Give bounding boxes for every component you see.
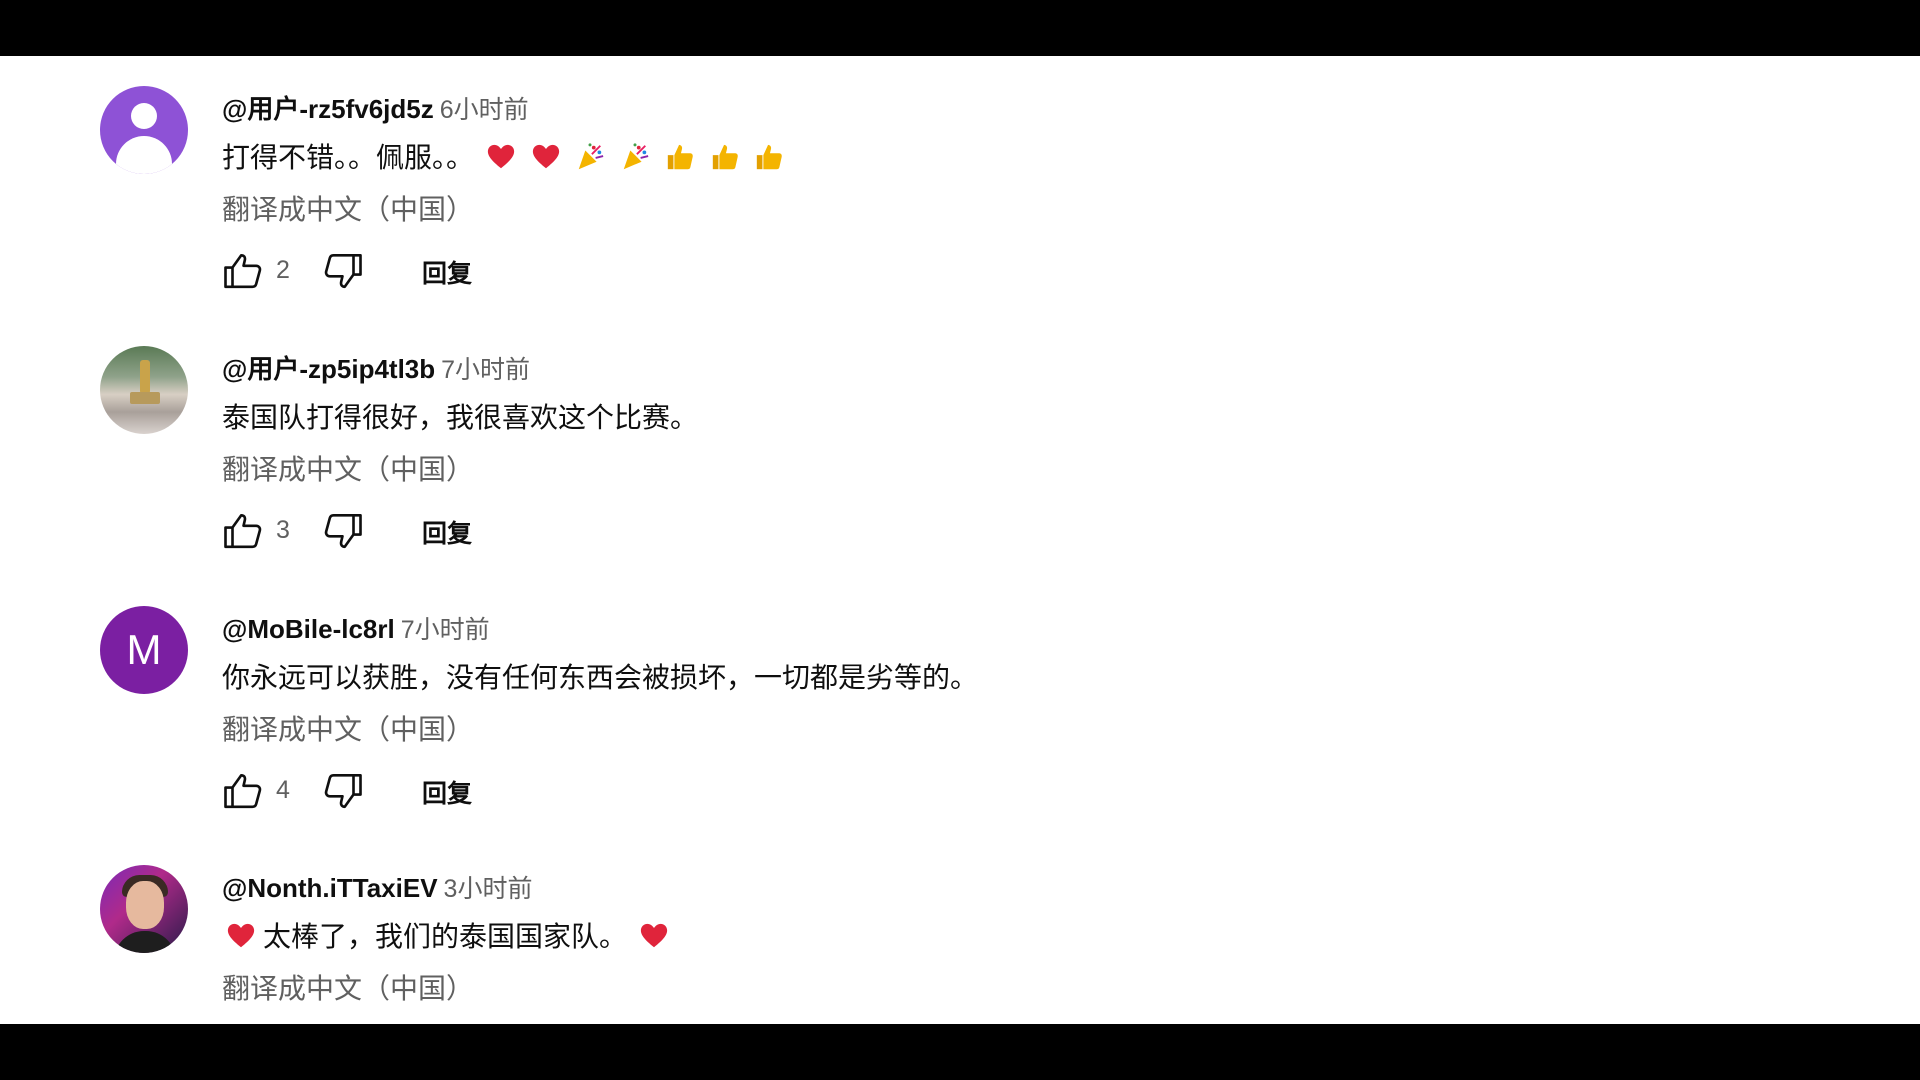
comment-text-content: 泰国队打得很好，我很喜欢这个比赛。 xyxy=(222,402,699,433)
comment-header: @Nonth.iTTaxiEV 3小时前 xyxy=(222,871,532,906)
avatar[interactable] xyxy=(100,86,188,174)
reply-button[interactable]: 回复 xyxy=(422,514,472,550)
heart-emoji-icon xyxy=(487,144,514,169)
letterbox-top xyxy=(0,0,1920,56)
like-count: 3 xyxy=(276,516,290,544)
thumbs-up-emoji-icon xyxy=(667,144,693,170)
comment-text-content: 打得不错。。佩服。。 xyxy=(222,142,475,173)
heart-emoji-icon xyxy=(227,923,255,948)
dislike-icon[interactable] xyxy=(322,770,364,812)
comment-header: @用户-rz5fv6jd5z 6小时前 xyxy=(222,92,529,127)
comment-author[interactable]: @MoBile-lc8rl xyxy=(222,614,395,644)
translate-link[interactable]: 翻译成中文（中国） xyxy=(222,192,474,228)
comment-text: 太棒了，我们的泰国国家队。 xyxy=(222,919,676,955)
thumbs-up-emoji-icon xyxy=(757,144,783,170)
comment-author[interactable]: @用户-zp5ip4tl3b xyxy=(222,354,435,384)
comment-author[interactable]: @Nonth.iTTaxiEV xyxy=(222,873,438,903)
like-icon[interactable] xyxy=(222,250,264,292)
avatar[interactable]: M xyxy=(100,606,188,694)
reply-button[interactable]: 回复 xyxy=(422,254,472,290)
like-icon[interactable] xyxy=(222,770,264,812)
comment-header: @MoBile-lc8rl 7小时前 xyxy=(222,612,490,647)
comment-time[interactable]: 3小时前 xyxy=(444,875,533,903)
heart-emoji-icon xyxy=(532,144,559,169)
letterbox-bottom xyxy=(0,1024,1920,1080)
like-icon[interactable] xyxy=(222,510,264,552)
avatar[interactable] xyxy=(100,865,188,953)
dislike-icon[interactable] xyxy=(322,510,364,552)
comment-actions: 2 回复 xyxy=(222,246,582,294)
comment-text: 打得不错。。佩服。。 xyxy=(222,140,791,176)
party-popper-emoji-icon xyxy=(623,143,649,170)
comment-time[interactable]: 6小时前 xyxy=(440,96,529,124)
heart-emoji-icon xyxy=(640,923,667,948)
translate-link[interactable]: 翻译成中文（中国） xyxy=(222,971,474,1007)
thumbs-up-emoji-icon xyxy=(712,144,738,170)
comment-author[interactable]: @用户-rz5fv6jd5z xyxy=(222,94,434,124)
comment-actions: 3 回复 xyxy=(222,506,582,554)
dislike-icon[interactable] xyxy=(322,250,364,292)
comment-actions: 4 回复 xyxy=(222,766,582,814)
comment-time[interactable]: 7小时前 xyxy=(401,616,490,644)
translate-link[interactable]: 翻译成中文（中国） xyxy=(222,452,474,488)
avatar-letter: M xyxy=(126,626,162,673)
like-count: 4 xyxy=(276,776,290,804)
comment-time[interactable]: 7小时前 xyxy=(441,356,530,384)
comment-text: 泰国队打得很好，我很喜欢这个比赛。 xyxy=(222,400,698,436)
translate-link[interactable]: 翻译成中文（中国） xyxy=(222,712,474,748)
comment-text: 你永远可以获胜，没有任何东西会被损坏，一切都是劣等的。 xyxy=(222,660,978,696)
like-count: 2 xyxy=(276,256,290,284)
party-popper-emoji-icon xyxy=(579,143,604,170)
comments-list: @用户-rz5fv6jd5z 6小时前 打得不错。。佩服。。 翻译成中文（中国） … xyxy=(0,56,1920,1024)
reply-button[interactable]: 回复 xyxy=(422,774,472,810)
avatar[interactable] xyxy=(100,346,188,434)
comment-text-content: 太棒了，我们的泰国国家队。 xyxy=(263,921,628,952)
comment-header: @用户-zp5ip4tl3b 7小时前 xyxy=(222,352,530,387)
comment-text-content: 你永远可以获胜，没有任何东西会被损坏，一切都是劣等的。 xyxy=(222,662,979,693)
